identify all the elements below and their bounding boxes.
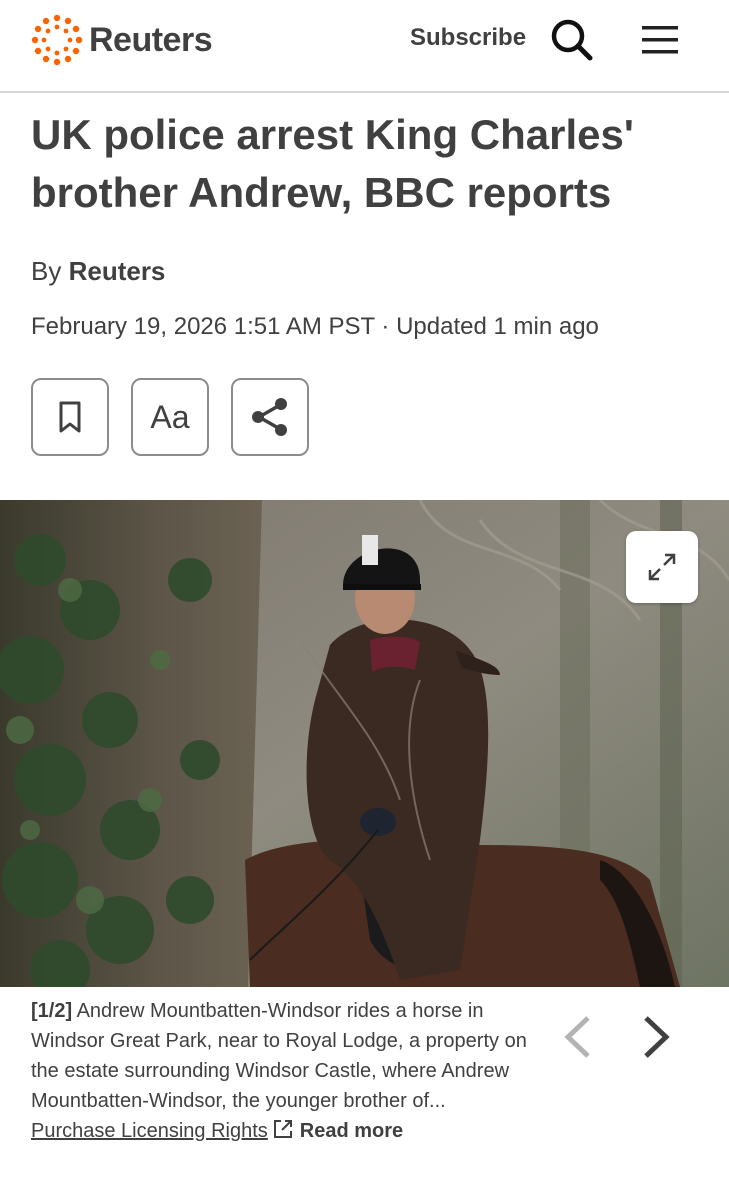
caption-text: Andrew Mountbatten-Windsor rides a horse… [31, 1000, 527, 1112]
byline-prefix: By [31, 256, 62, 286]
horse-rider-photo [0, 500, 729, 987]
external-link-icon [273, 1120, 292, 1138]
reuters-dots-icon [31, 14, 83, 66]
share-icon [252, 398, 287, 436]
expand-photo-button[interactable] [626, 531, 698, 603]
share-button[interactable] [231, 378, 309, 456]
font-size-button[interactable]: Aa [131, 378, 209, 456]
purchase-licensing-link[interactable]: Purchase Licensing Rights [31, 1120, 268, 1142]
reuters-logo[interactable]: Reuters [31, 14, 213, 66]
site-header: Reuters Subscribe [0, 0, 729, 93]
article-photo[interactable] [0, 500, 729, 987]
chevron-right-icon [644, 1016, 670, 1058]
menu-button[interactable] [640, 24, 680, 56]
next-photo-button[interactable] [640, 1014, 674, 1060]
previous-photo-button[interactable] [560, 1014, 594, 1060]
read-more-link[interactable]: Read more [300, 1120, 403, 1142]
subscribe-link[interactable]: Subscribe [410, 24, 526, 52]
article-headline: UK police arrest King Charles' brother A… [31, 111, 634, 216]
hamburger-menu-icon [642, 26, 678, 54]
bookmark-button[interactable] [31, 378, 109, 456]
byline: By Reuters [31, 256, 165, 287]
gallery-counter: [1/2] [31, 1000, 73, 1022]
expand-icon [648, 553, 676, 581]
search-icon [551, 19, 593, 61]
photo-caption: [1/2] Andrew Mountbatten-Windsor rides a… [31, 996, 531, 1146]
logo-text: Reuters [89, 20, 213, 59]
search-button[interactable] [550, 18, 594, 62]
font-size-label: Aa [150, 398, 190, 435]
chevron-left-icon [564, 1016, 590, 1058]
article-dateline: February 19, 2026 1:51 AM PST · Updated … [31, 313, 599, 340]
bookmark-icon [59, 401, 81, 433]
byline-author[interactable]: Reuters [69, 256, 166, 286]
